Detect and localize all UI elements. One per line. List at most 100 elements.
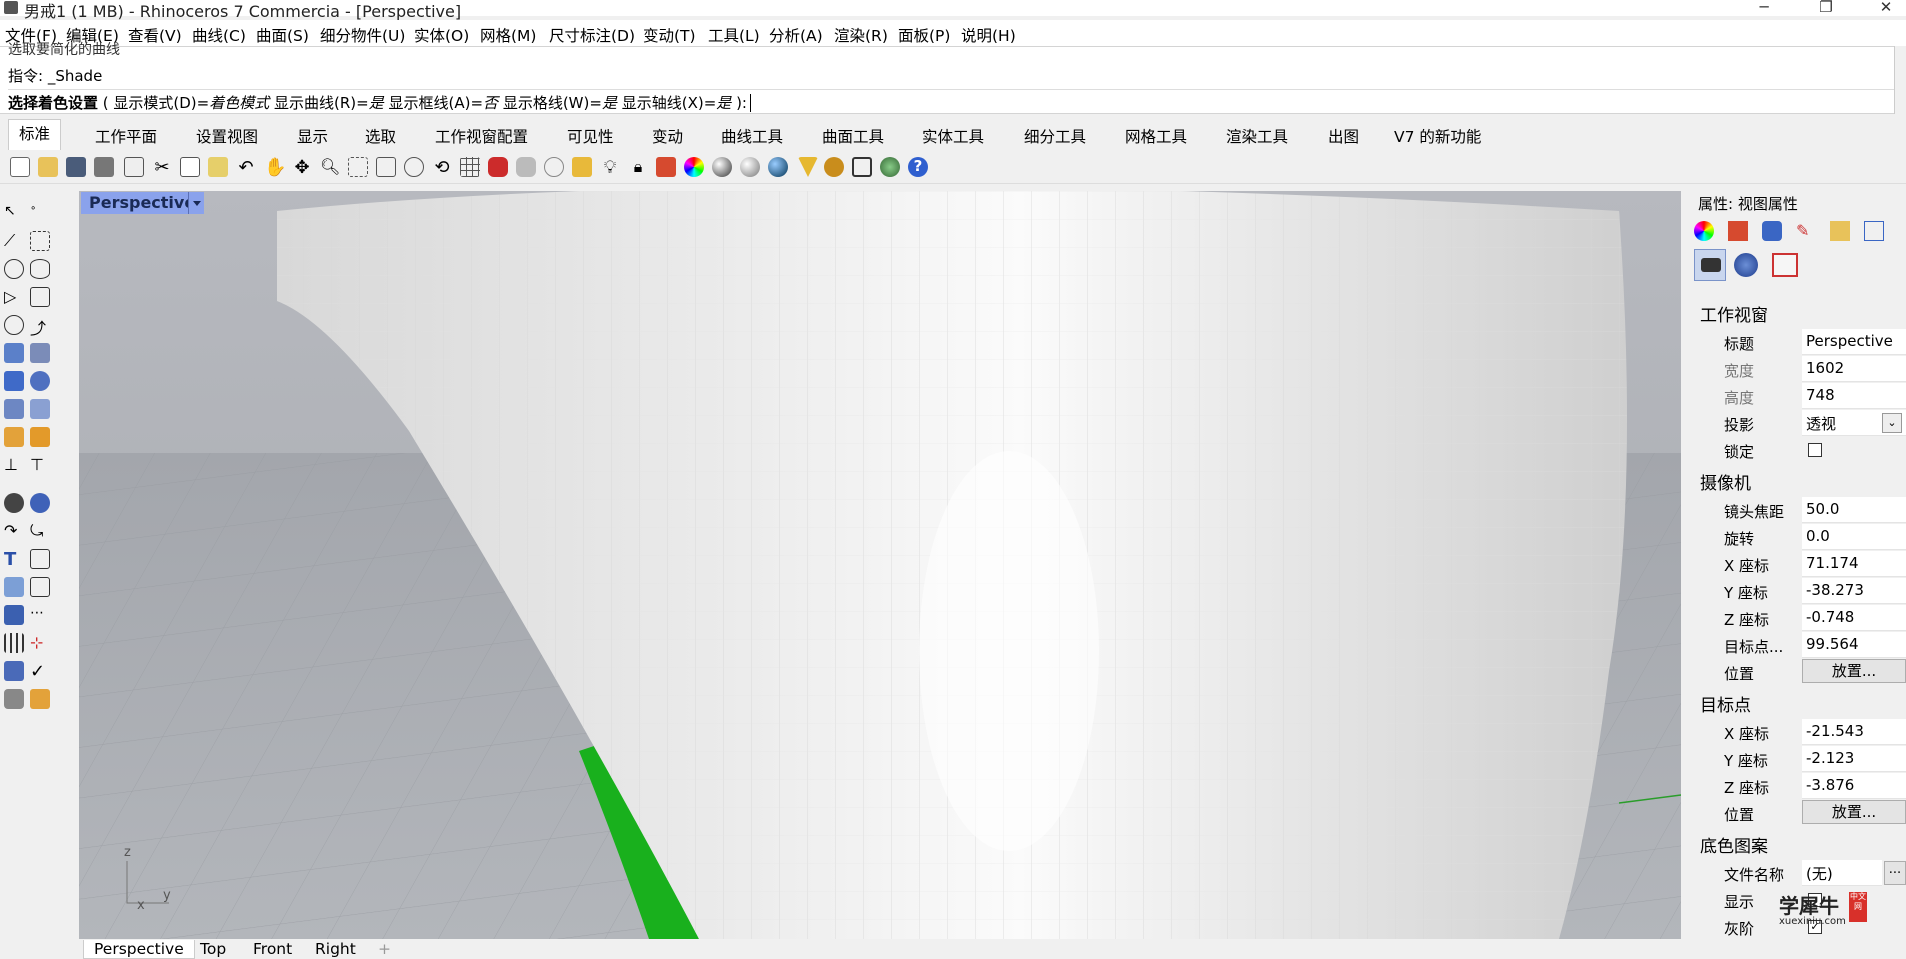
menu-subd[interactable]: 细分物件(U)	[320, 24, 405, 46]
tab-select[interactable]: 选取	[365, 125, 396, 147]
surface-icon[interactable]	[4, 343, 24, 363]
viewport-frame-icon[interactable]	[1772, 253, 1798, 277]
arc-icon[interactable]: ▷	[4, 287, 24, 307]
menu-solid[interactable]: 实体(O)	[414, 24, 469, 46]
menu-mesh[interactable]: 网格(M)	[480, 24, 536, 46]
mesh-icon[interactable]	[30, 399, 50, 419]
brush-icon[interactable]: ✎	[1796, 221, 1816, 241]
array-icon[interactable]	[4, 577, 24, 597]
viewport-title[interactable]: Perspective	[81, 192, 204, 214]
vtab-perspective[interactable]: Perspective	[83, 940, 195, 959]
globe-icon[interactable]	[880, 157, 900, 177]
boolean-icon[interactable]	[30, 371, 50, 391]
new-file-icon[interactable]	[10, 157, 30, 177]
add-viewport-icon[interactable]: +	[378, 940, 391, 958]
menu-analyze[interactable]: 分析(A)	[769, 24, 823, 46]
camera-icon[interactable]	[1694, 249, 1726, 281]
copy-icon[interactable]	[180, 157, 200, 177]
camera-x-field[interactable]: 71.174	[1802, 551, 1906, 577]
tab-viewport-layout[interactable]: 工作视窗配置	[435, 125, 528, 147]
tab-curve-tools[interactable]: 曲线工具	[721, 125, 783, 147]
split-icon[interactable]	[4, 493, 24, 513]
array-grid-icon[interactable]	[4, 633, 24, 653]
print-icon[interactable]	[94, 157, 114, 177]
join-icon[interactable]: ⤿	[30, 521, 50, 541]
camera-place-button[interactable]: 放置...	[1802, 659, 1906, 683]
subd-icon[interactable]	[4, 427, 24, 447]
zoom-icon[interactable]: 🔍︎	[320, 157, 340, 177]
target-place-button[interactable]: 放置...	[1802, 800, 1906, 824]
vtab-top[interactable]: Top	[200, 940, 226, 958]
grid-dots-icon[interactable]: ⋯	[30, 605, 50, 625]
menu-dimension[interactable]: 尺寸标注(D)	[549, 24, 635, 46]
zoom-selected-icon[interactable]	[404, 157, 424, 177]
select-icon[interactable]	[572, 157, 592, 177]
menu-view[interactable]: 查看(V)	[128, 24, 182, 46]
lens-field[interactable]: 50.0	[1802, 497, 1906, 523]
tab-display[interactable]: 显示	[297, 125, 328, 147]
group-icon[interactable]	[30, 493, 50, 513]
layers-icon[interactable]	[656, 157, 676, 177]
help-icon[interactable]: ?	[908, 157, 928, 177]
tab-mesh-tools[interactable]: 网格工具	[1125, 125, 1187, 147]
command-scrollbar[interactable]	[1894, 46, 1906, 114]
tab-visibility[interactable]: 可见性	[567, 125, 614, 147]
import-icon[interactable]	[124, 157, 144, 177]
lock-icon[interactable]: 🔒︎	[628, 157, 648, 177]
save-icon[interactable]	[66, 157, 86, 177]
filter-icon[interactable]	[798, 157, 818, 177]
mirror-icon[interactable]	[30, 577, 50, 597]
tab-transform[interactable]: 变动	[652, 125, 683, 147]
point-icon[interactable]: ∘	[30, 203, 50, 223]
target-z-field[interactable]: -3.876	[1802, 773, 1906, 799]
light-bulb-icon[interactable]: 💡︎	[600, 157, 620, 178]
folder-icon[interactable]	[1830, 221, 1850, 241]
pan-hand-icon[interactable]: ✋	[264, 157, 286, 178]
filename-field[interactable]: (无)	[1802, 860, 1882, 886]
car-gray-icon[interactable]	[516, 157, 536, 177]
tab-subd-tools[interactable]: 细分工具	[1024, 125, 1086, 147]
menu-render[interactable]: 渲染(R)	[834, 24, 888, 46]
menu-tools[interactable]: 工具(L)	[708, 24, 760, 46]
tab-v7-new[interactable]: V7 的新功能	[1394, 125, 1481, 147]
tab-set-view[interactable]: 设置视图	[196, 125, 258, 147]
extrude-icon[interactable]	[4, 399, 24, 419]
analyze-icon[interactable]	[4, 689, 24, 709]
camera-z-field[interactable]: -0.748	[1802, 605, 1906, 631]
four-viewports-icon[interactable]	[460, 157, 480, 177]
perspective-viewport[interactable]: z x y	[79, 191, 1681, 939]
menu-transform[interactable]: 变动(T)	[643, 24, 696, 46]
box-icon[interactable]	[4, 371, 24, 391]
camera-y-field[interactable]: -38.273	[1802, 578, 1906, 604]
grasshopper-icon[interactable]	[852, 157, 872, 177]
zoom-extents-icon[interactable]	[376, 157, 396, 177]
fillet-curve-icon[interactable]: ⤴	[30, 315, 50, 338]
target-x-field[interactable]: -21.543	[1802, 719, 1906, 745]
block-icon[interactable]	[4, 605, 24, 625]
lightning-icon[interactable]	[30, 427, 50, 447]
tab-render-tools[interactable]: 渲染工具	[1226, 125, 1288, 147]
polyline-icon[interactable]: ⟋	[4, 231, 24, 251]
rotation-field[interactable]: 0.0	[1802, 524, 1906, 550]
color-wheel-icon[interactable]	[684, 157, 704, 177]
tab-cplanes[interactable]: 工作平面	[95, 125, 157, 147]
maximize-icon[interactable]: ❐	[1806, 0, 1846, 16]
dimension2-icon[interactable]: ⊤	[30, 455, 50, 475]
undo-view-icon[interactable]: ⟲	[432, 157, 452, 178]
scale-icon[interactable]	[30, 549, 50, 569]
menu-surface[interactable]: 曲面(S)	[256, 24, 309, 46]
text-icon[interactable]: T	[4, 549, 24, 570]
gumball-icon[interactable]: ⊹	[30, 633, 50, 653]
tab-solid-tools[interactable]: 实体工具	[922, 125, 984, 147]
ellipse-icon[interactable]	[30, 259, 50, 279]
polygon-icon[interactable]	[4, 315, 24, 335]
vtab-right[interactable]: Right	[315, 940, 356, 958]
tab-surface-tools[interactable]: 曲面工具	[822, 125, 884, 147]
rotate-view-icon[interactable]: ✥	[292, 157, 312, 178]
view-target-icon[interactable]	[1734, 253, 1758, 277]
paste-icon[interactable]	[208, 157, 228, 177]
close-icon[interactable]: ✕	[1866, 0, 1906, 16]
menu-curve[interactable]: 曲线(C)	[192, 24, 246, 46]
material-icon[interactable]	[1694, 221, 1714, 241]
browse-button[interactable]: ...	[1884, 861, 1906, 885]
